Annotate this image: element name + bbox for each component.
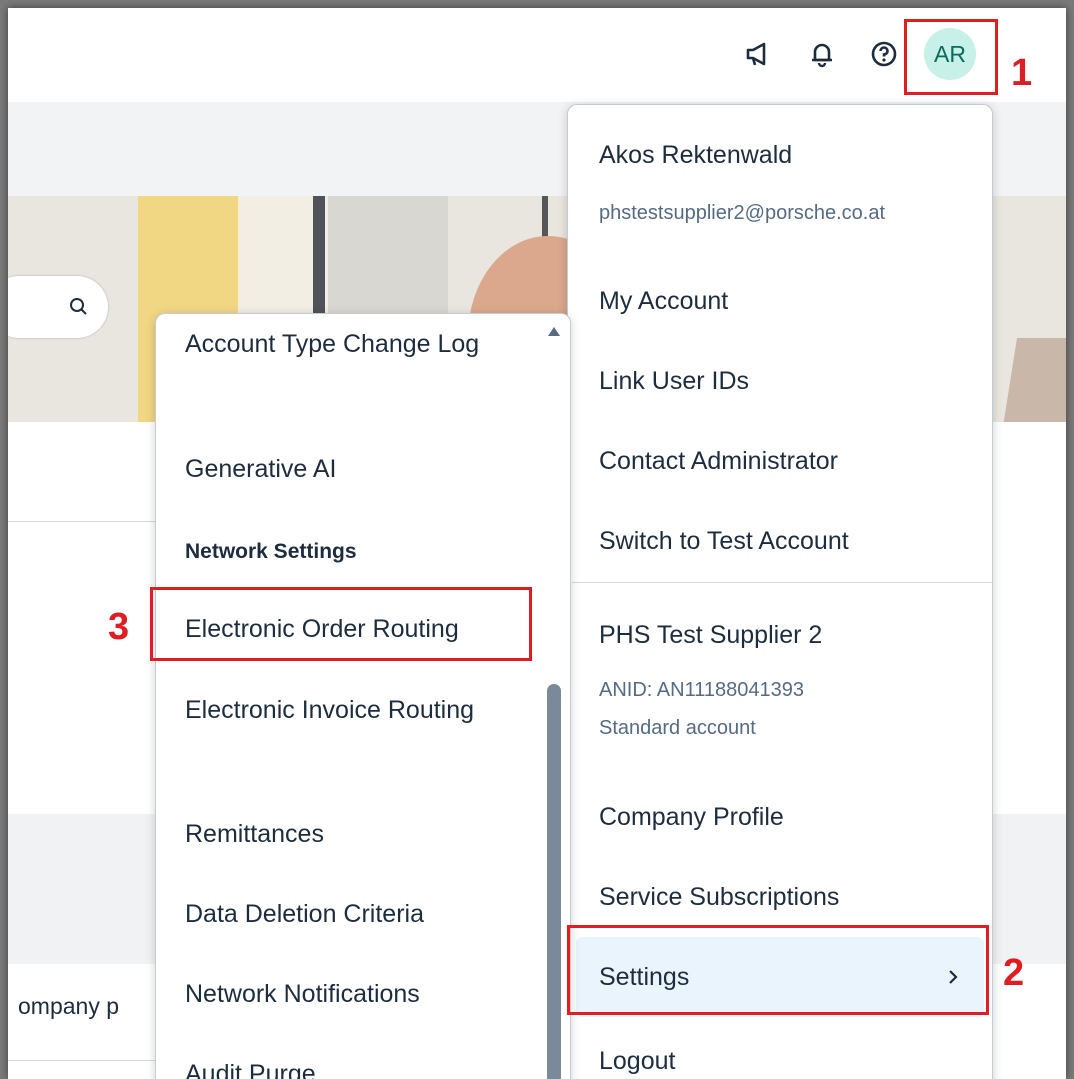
help-icon[interactable] xyxy=(870,40,898,68)
submenu-item-data-deletion-criteria[interactable]: Data Deletion Criteria xyxy=(185,892,515,936)
company-profile-text: ompany p xyxy=(18,993,120,1019)
submenu-item-electronic-invoice-routing[interactable]: Electronic Invoice Routing xyxy=(185,688,515,732)
menu-item-my-account[interactable]: My Account xyxy=(599,287,728,316)
menu-item-switch-test-account[interactable]: Switch to Test Account xyxy=(599,527,849,556)
step-number-1: 1 xyxy=(1011,52,1033,94)
company-name: PHS Test Supplier 2 xyxy=(599,621,823,649)
step-number-3: 3 xyxy=(108,606,130,648)
submenu-item-account-type-change-log[interactable]: Account Type Change Log xyxy=(185,322,515,366)
menu-separator xyxy=(572,582,992,583)
menu-item-link-user-ids[interactable]: Link User IDs xyxy=(599,367,749,396)
menu-item-service-subscriptions[interactable]: Service Subscriptions xyxy=(599,883,839,912)
megaphone-icon[interactable] xyxy=(744,40,772,68)
menu-item-logout[interactable]: Logout xyxy=(599,1047,675,1076)
submenu-scrollbar[interactable] xyxy=(547,684,561,1079)
callout-avatar xyxy=(904,19,998,95)
company-anid: ANID: AN11188041393 xyxy=(599,679,804,701)
submenu-item-remittances[interactable]: Remittances xyxy=(185,812,515,856)
account-type: Standard account xyxy=(599,717,756,739)
bell-icon[interactable] xyxy=(808,40,836,68)
search-icon[interactable] xyxy=(68,296,90,323)
app-window: AR ompany p Akos Rektenwald phstestsuppl… xyxy=(8,8,1066,1079)
submenu-item-audit-purge[interactable]: Audit Purge xyxy=(185,1052,515,1079)
menu-item-contact-administrator[interactable]: Contact Administrator xyxy=(599,447,838,476)
settings-submenu: Account Type Change Log Generative AI Ne… xyxy=(155,313,571,1079)
menu-item-company-profile[interactable]: Company Profile xyxy=(599,803,784,832)
callout-electronic-order-routing xyxy=(150,587,532,661)
submenu-item-network-notifications[interactable]: Network Notifications xyxy=(185,972,515,1016)
network-settings-heading: Network Settings xyxy=(185,540,357,563)
search-field[interactable] xyxy=(8,276,108,338)
submenu-item-generative-ai[interactable]: Generative AI xyxy=(185,447,515,491)
user-email: phstestsupplier2@porsche.co.at xyxy=(599,202,886,224)
scroll-up-arrow-icon[interactable] xyxy=(547,324,561,342)
user-name: Akos Rektenwald xyxy=(599,141,793,169)
step-number-2: 2 xyxy=(1003,952,1025,994)
callout-settings xyxy=(567,925,989,1015)
